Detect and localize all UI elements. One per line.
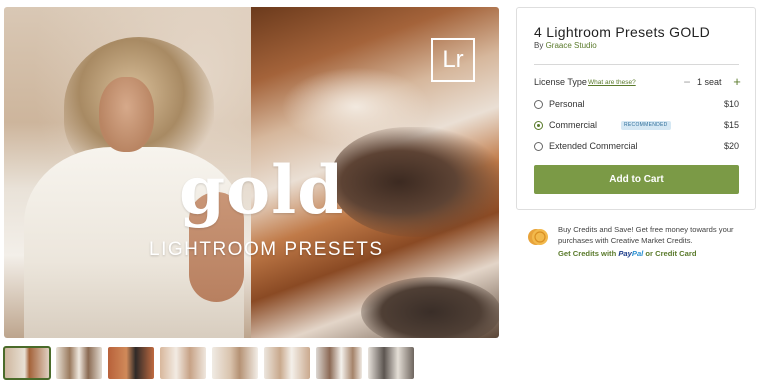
option-price: $20 xyxy=(723,141,739,151)
license-option-personal[interactable]: Personal $10 xyxy=(534,98,739,112)
radio-extended-commercial[interactable] xyxy=(534,142,543,151)
product-title: 4 Lightroom Presets GOLD xyxy=(534,24,711,40)
seat-increment-button[interactable]: + xyxy=(731,74,743,89)
hero-subtitle: LIGHTROOM PRESETS xyxy=(149,239,384,260)
thumbnail-3[interactable] xyxy=(108,347,154,379)
license-help-link[interactable]: What are these? xyxy=(588,79,636,86)
license-option-extended-commercial[interactable]: Extended Commercial $20 xyxy=(534,140,739,154)
license-option-commercial[interactable]: Commercial RECOMMENDED $15 xyxy=(534,119,739,133)
add-to-cart-button[interactable]: Add to Cart xyxy=(534,165,739,194)
purchase-card: 4 Lightroom Presets GOLD By Graace Studi… xyxy=(516,7,756,210)
paypal-pay-text: Pay xyxy=(618,249,632,258)
thumbnail-2[interactable] xyxy=(56,347,102,379)
paypal-link[interactable]: PayPal xyxy=(618,249,643,258)
thumbnail-strip xyxy=(3,346,414,380)
lightroom-logo-icon: Lr xyxy=(431,38,475,82)
shop-link[interactable]: Graace Studio xyxy=(546,41,597,50)
thumbnail-5[interactable] xyxy=(212,347,258,379)
credits-payment-links: Get Credits with PayPal or Credit Card xyxy=(558,249,696,258)
product-byline: By Graace Studio xyxy=(534,41,597,50)
thumbnail-4[interactable] xyxy=(160,347,206,379)
option-label: Extended Commercial xyxy=(549,141,638,151)
thumbnail-7[interactable] xyxy=(316,347,362,379)
license-type-row: License Type What are these? − 1 seat + xyxy=(534,74,741,90)
seat-decrement-button[interactable]: − xyxy=(682,75,692,89)
credits-coin-icon xyxy=(528,229,548,245)
thumbnail-1[interactable] xyxy=(3,346,51,380)
product-hero-image[interactable]: Lr gold LIGHTROOM PRESETS xyxy=(4,7,499,338)
divider xyxy=(534,64,739,65)
option-price: $15 xyxy=(723,120,739,130)
thumbnail-6[interactable] xyxy=(264,347,310,379)
recommended-badge: RECOMMENDED xyxy=(621,121,671,130)
seat-count: 1 seat xyxy=(697,77,722,87)
credit-card-link[interactable]: or Credit Card xyxy=(645,249,696,258)
paypal-pal-text: Pal xyxy=(631,249,644,258)
get-credits-link[interactable]: Get Credits with xyxy=(558,249,616,258)
license-type-label: License Type xyxy=(534,77,587,87)
byline-prefix: By xyxy=(534,41,544,50)
option-label: Commercial xyxy=(549,120,598,130)
radio-personal[interactable] xyxy=(534,100,543,109)
thumbnail-8[interactable] xyxy=(368,347,414,379)
option-price: $10 xyxy=(723,99,739,109)
credits-promo-text: Buy Credits and Save! Get free money tow… xyxy=(558,225,734,245)
option-label: Personal xyxy=(549,99,585,109)
hero-title: gold xyxy=(179,151,345,229)
radio-commercial[interactable] xyxy=(534,121,543,130)
